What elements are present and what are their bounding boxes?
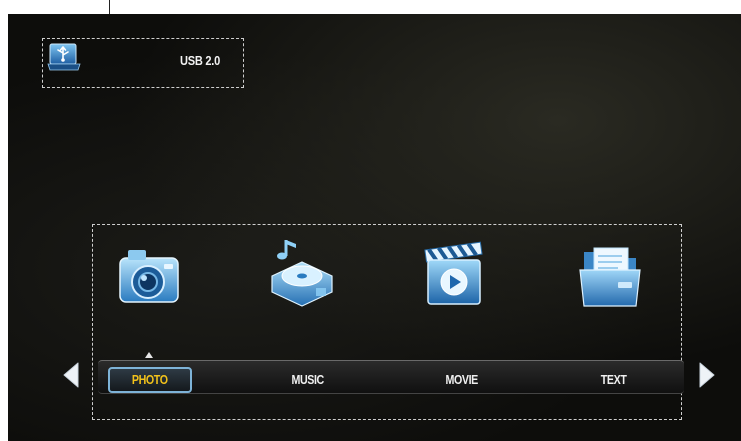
- tab-text-label: TEXT: [601, 372, 627, 387]
- music-disc-icon[interactable]: [266, 236, 338, 308]
- camera-icon[interactable]: [114, 240, 186, 312]
- folder-icon[interactable]: [574, 240, 646, 312]
- tab-photo[interactable]: PHOTO: [108, 367, 192, 393]
- usb-version-label: USB 2.0: [180, 53, 220, 68]
- selection-marker: [145, 352, 153, 358]
- tab-music-label: MUSIC: [291, 372, 325, 387]
- tab-movie-label: MOVIE: [445, 372, 479, 387]
- tab-text[interactable]: TEXT: [576, 367, 652, 393]
- tab-music[interactable]: MUSIC: [270, 367, 346, 393]
- clapperboard-icon[interactable]: [418, 238, 490, 310]
- arrow-right-icon[interactable]: [696, 361, 718, 389]
- tab-movie[interactable]: MOVIE: [424, 367, 500, 393]
- tab-photo-label: PHOTO: [132, 372, 168, 387]
- arrow-left-icon[interactable]: [60, 361, 82, 389]
- usb-drive-icon[interactable]: [46, 42, 82, 72]
